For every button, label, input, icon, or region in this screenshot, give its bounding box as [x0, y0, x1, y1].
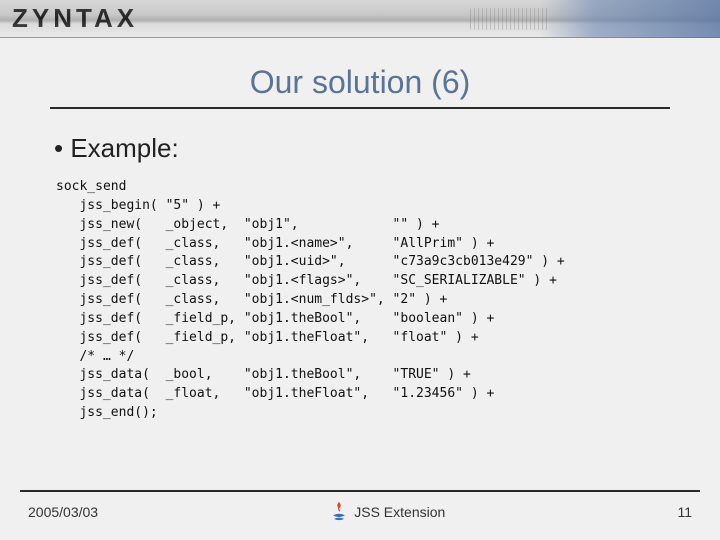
code-example: sock_send jss_begin( "5" ) + jss_new( _o… — [54, 178, 680, 423]
footer: 2005/03/03 JSS Extension 11 — [28, 500, 692, 524]
brand-logo: ZYNTAX — [12, 3, 138, 34]
slide-title: Our solution (6) — [50, 64, 670, 109]
header-stripes-decor — [470, 8, 550, 30]
footer-date: 2005/03/03 — [28, 504, 98, 520]
footer-center: JSS Extension — [330, 500, 445, 524]
header-bar: ZYNTAX — [0, 0, 720, 38]
slide-content: Example: sock_send jss_begin( "5" ) + js… — [0, 109, 720, 423]
footer-page-number: 11 — [677, 504, 692, 520]
java-duke-icon — [330, 500, 348, 524]
footer-divider — [20, 490, 700, 492]
bullet-example: Example: — [54, 133, 680, 164]
header-gradient-decor — [540, 0, 720, 38]
footer-label: JSS Extension — [354, 504, 445, 520]
